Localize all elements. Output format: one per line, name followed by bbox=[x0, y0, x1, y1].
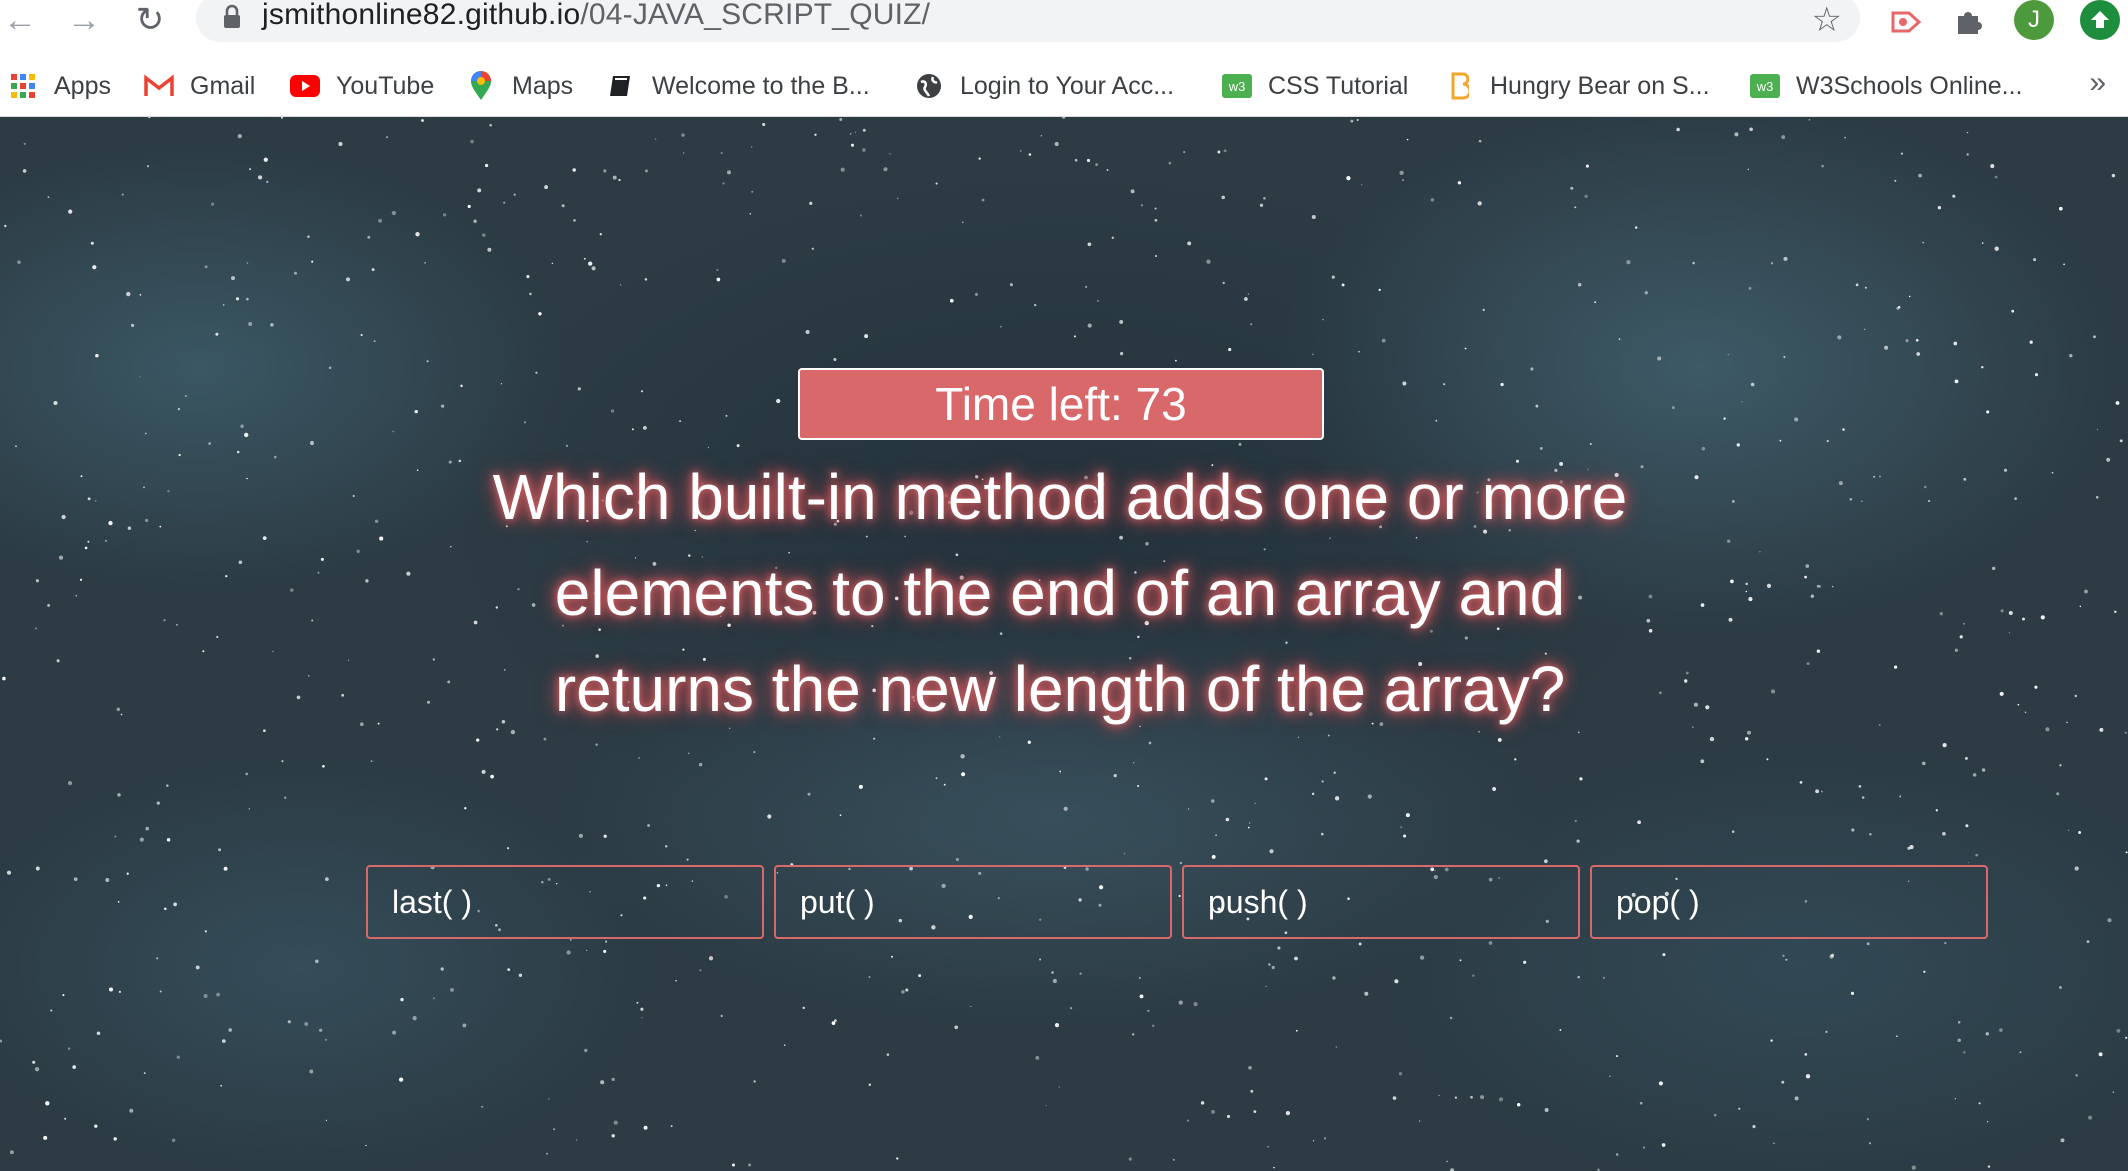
bookmark-label: Hungry Bear on S... bbox=[1490, 71, 1710, 100]
bookmark-maps[interactable]: Maps bbox=[466, 66, 573, 106]
bookmark-hungry-bear[interactable]: Hungry Bear on S... bbox=[1444, 66, 1710, 106]
gmail-icon bbox=[144, 71, 174, 101]
bookmark-youtube[interactable]: YouTube bbox=[290, 66, 434, 106]
bookmark-label: Gmail bbox=[190, 71, 256, 100]
bookmark-css-tutorial[interactable]: w3 CSS Tutorial bbox=[1222, 66, 1408, 106]
more-bookmarks-button[interactable]: » bbox=[2089, 66, 2106, 100]
bookmark-login[interactable]: Login to Your Acc... bbox=[914, 66, 1174, 106]
youtube-icon bbox=[290, 71, 320, 101]
timer-label: Time left: 73 bbox=[935, 378, 1187, 430]
bookmark-label: Apps bbox=[54, 71, 111, 100]
profile-avatar[interactable]: J bbox=[2014, 0, 2054, 40]
arrow-right-icon: → bbox=[67, 1, 101, 39]
update-arrow-icon[interactable] bbox=[2080, 0, 2120, 40]
answer-button-put[interactable]: put( ) bbox=[774, 865, 1172, 939]
answer-button-push[interactable]: push( ) bbox=[1182, 865, 1580, 939]
bookmark-label: CSS Tutorial bbox=[1268, 71, 1409, 100]
bear-icon bbox=[1444, 71, 1474, 101]
svg-text:w3: w3 bbox=[1756, 79, 1774, 94]
bookmark-apps[interactable]: Apps bbox=[8, 66, 111, 106]
quiz-page: Time left: 73 Which built-in method adds… bbox=[0, 117, 2128, 1171]
back-button[interactable]: ← bbox=[0, 0, 40, 40]
lock-icon bbox=[224, 4, 240, 28]
bookmark-label: Welcome to the B... bbox=[652, 71, 870, 100]
reload-icon: ↻ bbox=[135, 1, 165, 39]
svg-text:w3: w3 bbox=[1228, 79, 1246, 94]
browser-toolbar: ← → ↻ jsmithonline82.github.io/04-JAVA_S… bbox=[0, 0, 2128, 54]
question-text: Which built-in method adds one or more e… bbox=[492, 461, 1628, 725]
timer-display: Time left: 73 bbox=[798, 368, 1324, 440]
address-bar[interactable]: jsmithonline82.github.io/04-JAVA_SCRIPT_… bbox=[196, 0, 1860, 42]
bookmarks-bar: Apps Gmail YouTube Maps Welcome to the B… bbox=[0, 54, 2128, 117]
forward-button[interactable]: → bbox=[64, 0, 104, 40]
w3schools-icon: w3 bbox=[1222, 71, 1252, 101]
bookmark-w3schools[interactable]: w3 W3Schools Online... bbox=[1750, 66, 2023, 106]
globe-icon bbox=[914, 71, 944, 101]
bookmark-star-icon[interactable]: ☆ bbox=[1812, 0, 1842, 40]
book-icon bbox=[606, 71, 636, 101]
bookmark-label: Login to Your Acc... bbox=[960, 71, 1175, 100]
profile-initial: J bbox=[2028, 6, 2040, 33]
bookmark-welcome[interactable]: Welcome to the B... bbox=[606, 66, 870, 106]
answer-options: last( ) put( ) push( ) pop( ) bbox=[366, 865, 1990, 939]
maps-pin-icon bbox=[466, 71, 496, 101]
bookmark-label: W3Schools Online... bbox=[1796, 71, 2023, 100]
url-text[interactable]: jsmithonline82.github.io/04-JAVA_SCRIPT_… bbox=[262, 0, 930, 32]
answer-button-last[interactable]: last( ) bbox=[366, 865, 764, 939]
arrow-left-icon: ← bbox=[3, 1, 37, 39]
url-host: jsmithonline82.github.io bbox=[262, 0, 581, 31]
apps-grid-icon bbox=[8, 71, 38, 101]
bookmark-label: YouTube bbox=[336, 71, 435, 100]
reload-button[interactable]: ↻ bbox=[130, 0, 170, 40]
bookmark-label: Maps bbox=[512, 71, 574, 100]
url-path: /04-JAVA_SCRIPT_QUIZ/ bbox=[580, 0, 931, 31]
answer-button-pop[interactable]: pop( ) bbox=[1590, 865, 1988, 939]
extension-cast-icon[interactable] bbox=[1886, 2, 1926, 42]
bookmark-gmail[interactable]: Gmail bbox=[144, 66, 255, 106]
extensions-puzzle-icon[interactable] bbox=[1948, 2, 1988, 42]
w3schools-icon: w3 bbox=[1750, 71, 1780, 101]
